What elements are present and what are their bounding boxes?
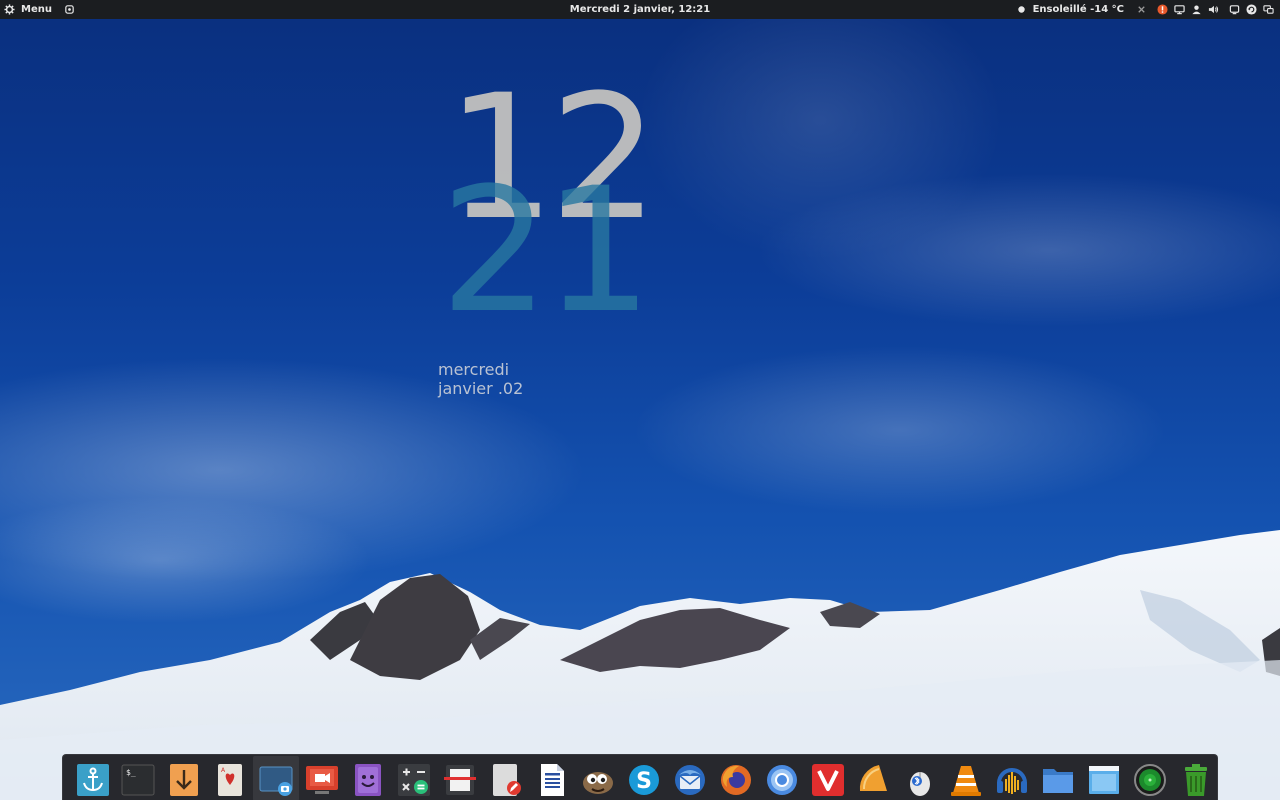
notification-icon[interactable]	[1229, 4, 1240, 15]
dock-skype-icon[interactable]: S	[627, 763, 661, 797]
window-switcher-icon[interactable]	[64, 4, 75, 15]
dock-audacity-icon[interactable]	[995, 763, 1029, 797]
dock: $_ A S	[62, 754, 1218, 800]
dock-folder-icon[interactable]	[1041, 763, 1075, 797]
dock-vivaldi-icon[interactable]	[811, 763, 845, 797]
dock-thunderbird-icon[interactable]	[673, 763, 707, 797]
close-icon[interactable]	[1136, 4, 1147, 15]
clock-date: janvier .02	[438, 379, 524, 398]
top-panel: Menu Mercredi 2 janvier, 12:21 Ensoleill…	[0, 0, 1280, 19]
clock-minutes: 21	[440, 150, 653, 351]
dock-firefox-icon[interactable]	[719, 763, 753, 797]
dock-orange-slice-icon[interactable]	[857, 763, 891, 797]
dock-download-icon[interactable]	[167, 763, 201, 797]
dock-text-editor-icon[interactable]	[489, 763, 523, 797]
network-icon[interactable]	[1263, 4, 1274, 15]
dock-anchor-icon[interactable]	[76, 763, 110, 797]
panel-datetime[interactable]: Mercredi 2 janvier, 12:21	[570, 4, 710, 15]
svg-text:S: S	[636, 769, 652, 794]
dock-terminal-icon[interactable]: $_	[121, 763, 155, 797]
alert-icon[interactable]	[1157, 4, 1168, 15]
dock-writer-document-icon[interactable]	[535, 763, 569, 797]
dock-bluetooth-mouse-icon[interactable]	[903, 763, 937, 797]
dock-vlc-icon[interactable]	[949, 763, 983, 797]
dock-face-app-icon[interactable]	[351, 763, 385, 797]
dock-radar-icon[interactable]	[1133, 763, 1167, 797]
weather-sun-icon[interactable]	[1016, 4, 1027, 15]
weather-text[interactable]: Ensoleillé -14 °C	[1033, 4, 1124, 15]
menu-button[interactable]: Menu	[21, 4, 52, 15]
menu-gear-icon[interactable]	[4, 4, 15, 15]
update-icon[interactable]	[1246, 4, 1257, 15]
dock-screenshot-icon[interactable]	[253, 756, 299, 800]
svg-text:$_: $_	[126, 768, 136, 777]
dock-cards-icon[interactable]: A	[213, 763, 247, 797]
volume-icon[interactable]	[1208, 4, 1219, 15]
dock-scanner-icon[interactable]	[443, 763, 477, 797]
dock-screen-recorder-icon[interactable]	[305, 763, 339, 797]
display-icon[interactable]	[1174, 4, 1185, 15]
dock-calculator-icon[interactable]	[397, 763, 431, 797]
clock-day: mercredi	[438, 360, 510, 379]
dock-gimp-icon[interactable]	[581, 763, 615, 797]
dock-trash-icon[interactable]	[1179, 763, 1213, 797]
dock-chromium-icon[interactable]	[765, 763, 799, 797]
user-icon[interactable]	[1191, 4, 1202, 15]
dock-window-icon[interactable]	[1087, 763, 1121, 797]
